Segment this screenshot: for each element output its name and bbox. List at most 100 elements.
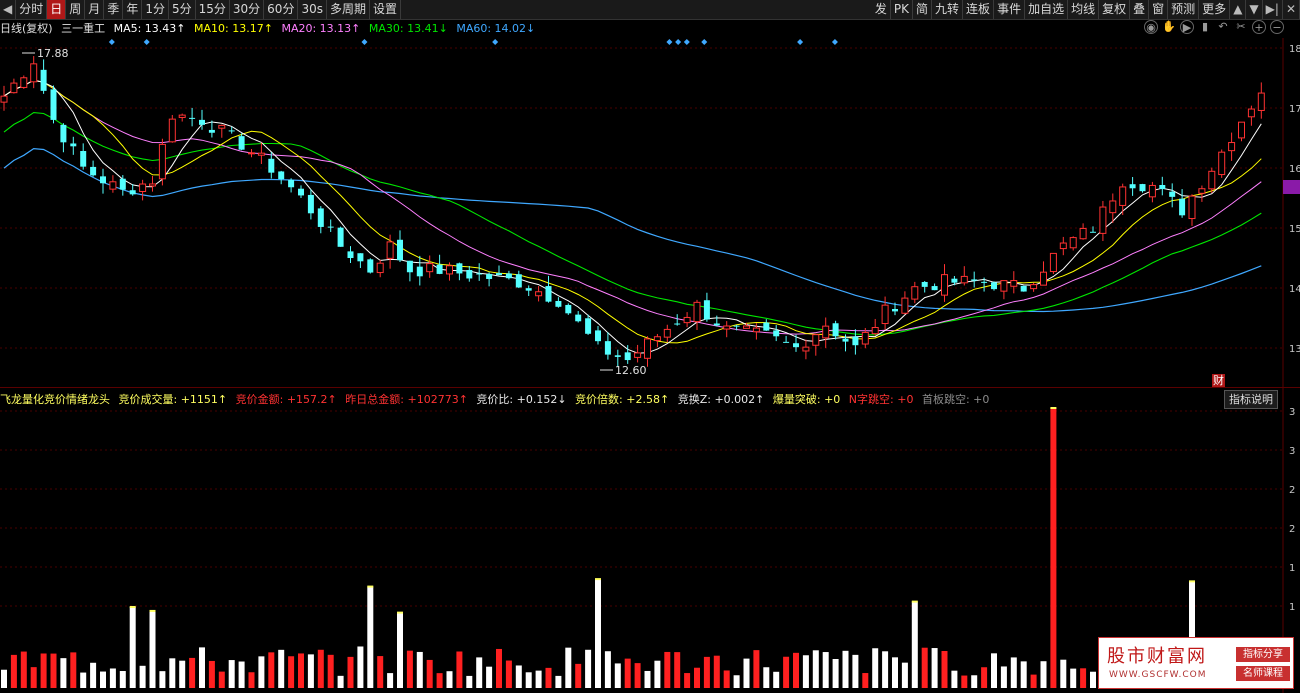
- indicator-bar: [70, 652, 77, 688]
- candle-body: [565, 304, 572, 314]
- candle-body: [1049, 252, 1057, 273]
- candle-body: [733, 325, 740, 327]
- indicator-bar: [595, 579, 601, 688]
- candle-body: [773, 330, 780, 337]
- indicator-bar: [763, 667, 770, 688]
- candle-body: [852, 336, 859, 346]
- indicator-bar: [278, 649, 285, 688]
- candle-body: [991, 282, 997, 290]
- candle-body: [802, 346, 810, 352]
- indicator-bar: [466, 675, 473, 688]
- candle-body: [476, 273, 483, 275]
- candle-body: [1079, 227, 1087, 240]
- indicator-bar: [80, 672, 87, 688]
- finance-badge[interactable]: 财: [1212, 374, 1225, 387]
- candle-body: [822, 325, 830, 339]
- candle-body: [307, 194, 314, 214]
- candle-body: [317, 208, 324, 227]
- candle-body: [327, 226, 334, 228]
- candle-body: [901, 297, 909, 314]
- candle-body: [644, 338, 651, 359]
- candle-body: [1010, 280, 1018, 287]
- candle-body: [426, 263, 434, 273]
- indicator-turnover: 竞换Z: +0.002↑: [677, 393, 765, 406]
- indicator-bar: [268, 652, 275, 688]
- candle-body: [1238, 121, 1245, 139]
- candle-body: [466, 269, 473, 279]
- candle-body: [793, 343, 799, 348]
- indicator-bar: [288, 656, 295, 688]
- indicator-bar: [199, 647, 205, 688]
- candle-body: [614, 355, 621, 357]
- candle-body: [1228, 142, 1236, 152]
- indicator-bar: [713, 655, 720, 688]
- candle-body: [1208, 170, 1216, 190]
- indicator-line: 飞龙量化竞价情绪龙头 竞价成交量: +1151↑ 竞价金额: +157.2↑ 昨…: [0, 391, 994, 407]
- candle-body: [298, 188, 304, 196]
- candle-body: [525, 288, 532, 291]
- candle-body: [436, 264, 443, 274]
- candle-body: [1257, 92, 1265, 111]
- indicator-tick: 3: [1289, 407, 1295, 418]
- indicator-bar: [1, 669, 7, 688]
- indicator-help-button[interactable]: 指标说明: [1224, 390, 1278, 409]
- indicator-bar: [139, 665, 146, 688]
- indicator-bar: [387, 673, 394, 688]
- indicator-bar: [525, 672, 532, 688]
- indicator-burst: 爆量突破: +0: [772, 393, 841, 406]
- indicator-bar: [515, 665, 522, 688]
- indicator-bar: [60, 658, 67, 688]
- candle-body: [1247, 108, 1255, 118]
- indicator-bar: [100, 671, 106, 688]
- candle-body: [981, 281, 988, 283]
- candle-body: [416, 266, 423, 277]
- candle-body: [653, 336, 661, 341]
- candle-body: [743, 325, 750, 329]
- indicator-bar: [654, 660, 661, 688]
- indicator-bar: [535, 670, 542, 688]
- indicator-bar: [129, 606, 136, 688]
- candle-body: [832, 323, 839, 337]
- candle-body: [90, 166, 97, 176]
- indicator-bar: [703, 656, 710, 688]
- indicator-bar: [743, 658, 750, 688]
- price-tick: 14: [1289, 284, 1300, 295]
- kline-chart[interactable]: 18 17 16 15 14 13 3 3 2 2 1 1 17.88 12.60: [0, 0, 1300, 693]
- indicator-bar: [1050, 408, 1057, 688]
- candle-body: [1188, 195, 1196, 220]
- candle-body: [199, 119, 205, 125]
- indicator-mult: 竞价倍数: +2.58↑: [575, 393, 670, 406]
- indicator-bar: [1030, 674, 1037, 688]
- indicator-bar: [476, 657, 483, 688]
- candle-body: [892, 309, 898, 312]
- candle-body: [208, 129, 215, 133]
- watermark-tag-course: 名师课程: [1236, 666, 1290, 681]
- candle-body: [109, 181, 117, 190]
- indicator-bar: [1000, 666, 1007, 688]
- indicator-bar: [1090, 671, 1096, 688]
- indicator-ratio: 竞价比: +0.152↓: [476, 393, 567, 406]
- indicator-vol: 竞价成交量: +1151↑: [118, 393, 228, 406]
- candle-body: [1218, 151, 1226, 176]
- indicator-bar: [238, 661, 245, 688]
- candle-body: [50, 89, 57, 120]
- candle-body: [168, 118, 176, 143]
- indicator-bar: [674, 652, 681, 688]
- panel-divider: [0, 387, 1300, 388]
- indicator-bar: [901, 662, 908, 688]
- indicator-bar: [565, 647, 572, 688]
- indicator-bar: [208, 660, 215, 688]
- indicator-bar: [604, 651, 611, 688]
- candle-body: [100, 176, 106, 184]
- candle-body: [1020, 285, 1027, 292]
- candle-body: [545, 286, 552, 302]
- candle-body: [40, 69, 47, 91]
- indicator-bar: [30, 667, 37, 688]
- indicator-bar: [991, 653, 997, 688]
- indicator-bar: [575, 663, 582, 688]
- indicator-bar: [406, 650, 413, 688]
- indicator-bar: [892, 657, 898, 688]
- price-tick: 17: [1289, 104, 1300, 115]
- indicator-bar: [20, 651, 27, 688]
- low-price-label: 12.60: [615, 364, 647, 377]
